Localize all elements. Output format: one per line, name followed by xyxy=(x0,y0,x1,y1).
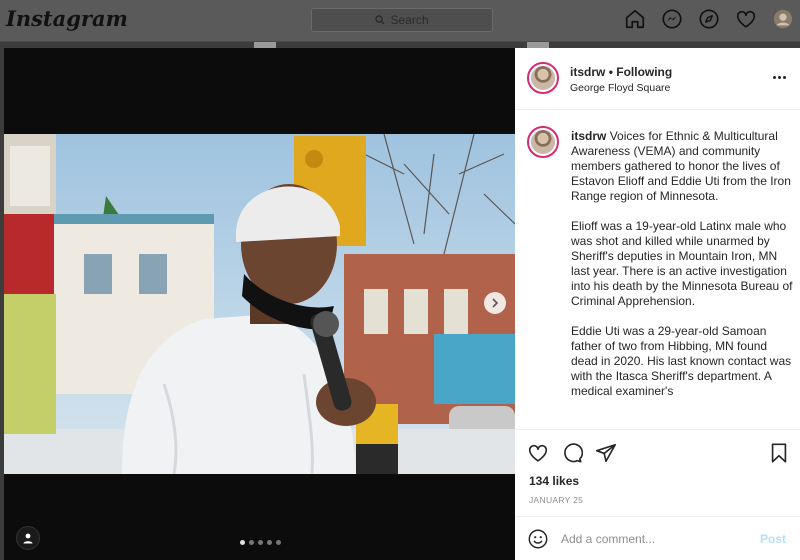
search-box[interactable]: Search xyxy=(311,8,493,32)
post-media xyxy=(4,48,515,560)
next-photo-button[interactable] xyxy=(484,292,506,314)
carousel-dot xyxy=(249,540,254,545)
post-photo xyxy=(4,134,515,474)
carousel-dot xyxy=(276,540,281,545)
comment-icon[interactable] xyxy=(561,442,583,464)
post-side-panel: itsdrw • Following George Floyd Square i… xyxy=(515,48,800,560)
post-comment-button[interactable]: Post xyxy=(760,532,786,546)
caption-author-avatar[interactable] xyxy=(527,126,559,158)
messenger-icon[interactable] xyxy=(661,8,683,30)
author-username[interactable]: itsdrw xyxy=(570,65,605,79)
post-date[interactable]: JANUARY 25 xyxy=(529,495,583,505)
post-header: itsdrw • Following George Floyd Square xyxy=(515,48,800,110)
like-heart-icon[interactable] xyxy=(527,442,549,464)
heart-icon[interactable] xyxy=(735,8,757,30)
search-placeholder: Search xyxy=(390,13,429,27)
search-icon xyxy=(375,15,385,25)
home-icon[interactable] xyxy=(624,8,646,30)
comment-bar: Post xyxy=(515,516,800,560)
separator-dot: • xyxy=(608,65,613,79)
post-location[interactable]: George Floyd Square xyxy=(570,82,670,94)
share-icon[interactable] xyxy=(595,442,617,464)
bookmark-icon[interactable] xyxy=(768,442,790,464)
carousel-dot xyxy=(267,540,272,545)
like-count[interactable]: 134 likes xyxy=(529,474,579,488)
comments-scroll-area[interactable]: itsdrw Voices for Ethnic & Multicultural… xyxy=(515,111,800,428)
caption-paragraph: Elioff was a 19-year-old Latinx male who… xyxy=(571,219,793,308)
carousel-indicator xyxy=(240,540,281,545)
comment-input[interactable] xyxy=(561,530,741,548)
author-avatar[interactable] xyxy=(527,62,559,94)
post-actions: 134 likes JANUARY 25 Post xyxy=(515,429,800,560)
profile-avatar[interactable] xyxy=(772,8,794,30)
post-caption: itsdrw Voices for Ethnic & Multicultural… xyxy=(571,129,793,414)
following-button[interactable]: Following xyxy=(616,65,672,79)
chevron-right-icon xyxy=(492,298,499,308)
carousel-dot xyxy=(258,540,263,545)
top-nav: Instagram Search xyxy=(0,0,800,42)
explore-icon[interactable] xyxy=(698,8,720,30)
more-options-icon[interactable] xyxy=(773,76,786,79)
carousel-dot xyxy=(240,540,245,545)
caption-paragraph: Eddie Uti was a 29-year-old Samoan fathe… xyxy=(571,324,792,398)
tagged-users-button[interactable] xyxy=(16,526,40,550)
photo-illustration xyxy=(4,134,515,474)
instagram-logo[interactable]: Instagram xyxy=(6,6,128,31)
author-line: itsdrw • Following xyxy=(570,65,672,79)
action-icon-group xyxy=(527,442,617,464)
nav-icon-group xyxy=(624,8,794,30)
emoji-icon[interactable] xyxy=(527,528,549,550)
caption-username[interactable]: itsdrw xyxy=(571,129,606,143)
person-icon xyxy=(23,533,33,544)
